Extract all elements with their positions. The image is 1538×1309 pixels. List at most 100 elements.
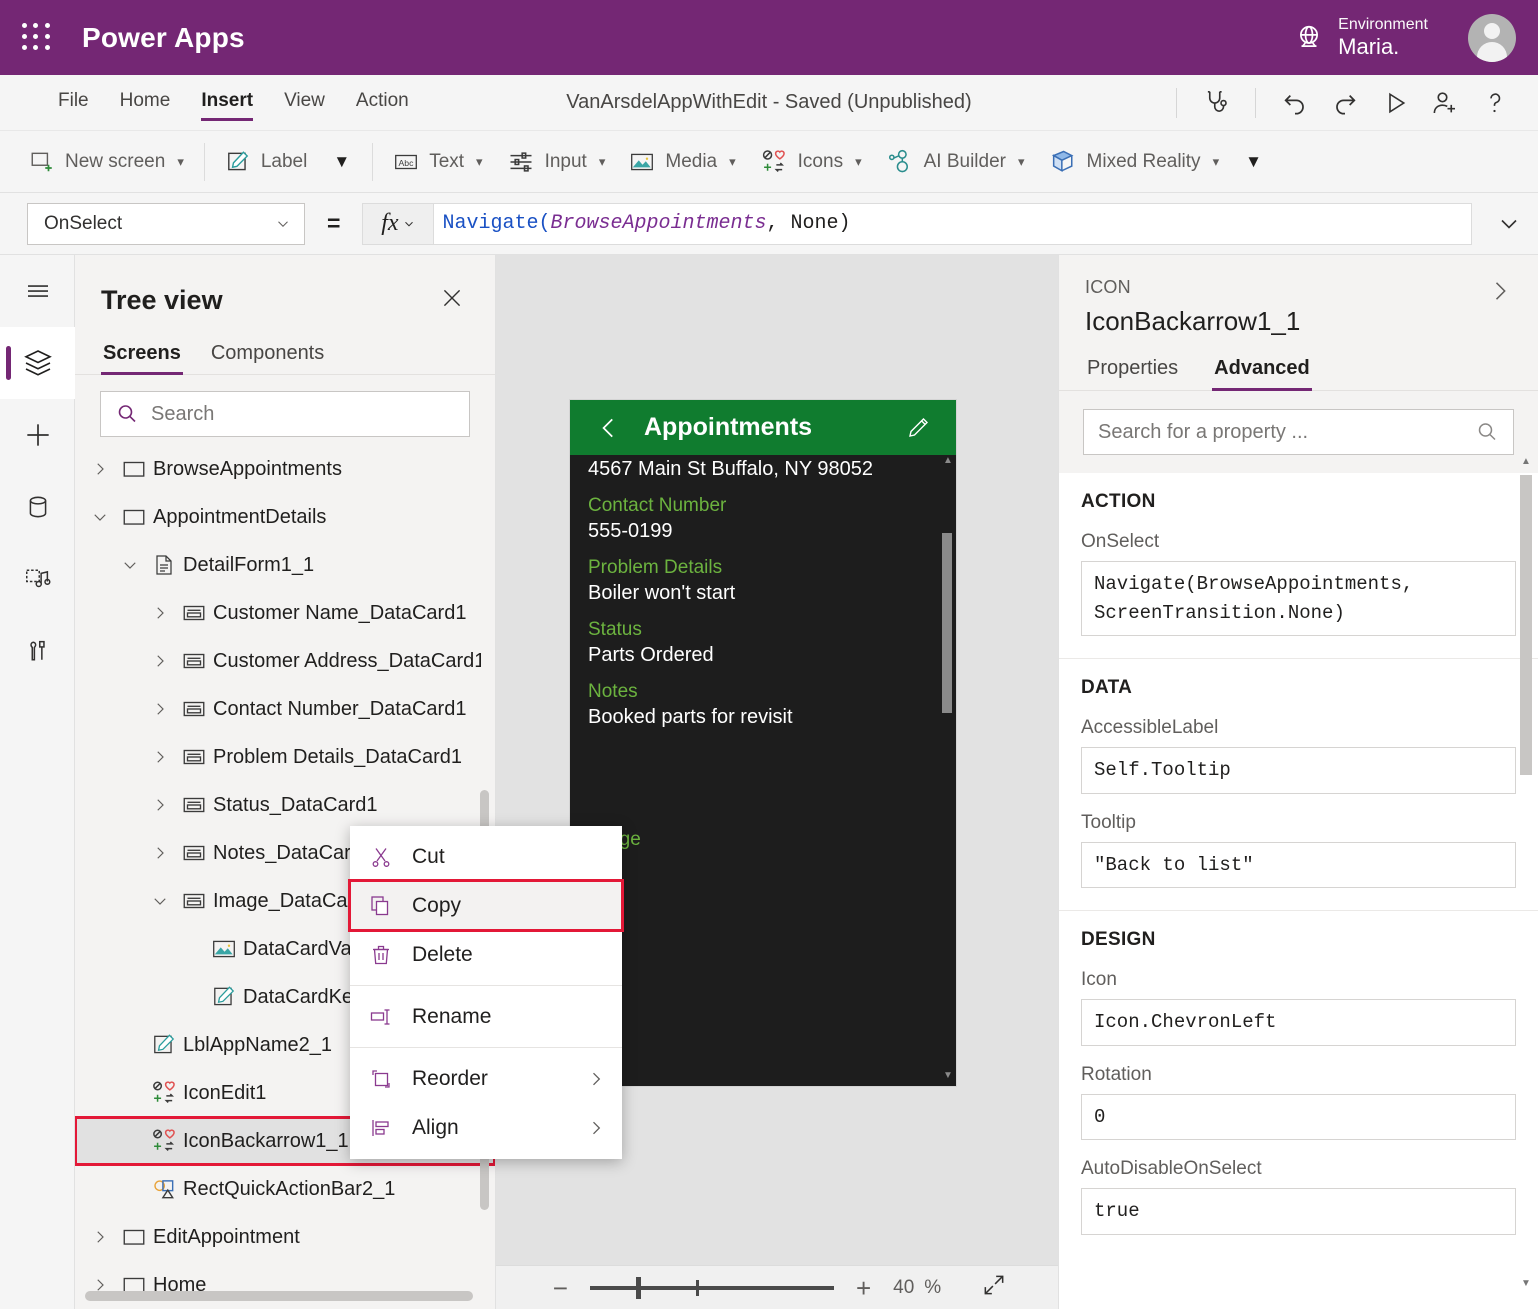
hamburger-icon[interactable] xyxy=(0,255,75,327)
tree-item[interactable]: Customer Name_DataCard1 xyxy=(75,589,495,637)
context-menu-item-delete[interactable]: Delete xyxy=(350,930,622,979)
tree-item[interactable]: Customer Address_DataCard1 xyxy=(75,637,495,685)
context-menu-item-rename[interactable]: Rename xyxy=(350,992,622,1041)
menu-item-home[interactable]: Home xyxy=(106,84,185,121)
tree-item[interactable]: AppointmentDetails xyxy=(75,493,495,541)
phone-preview[interactable]: Appointments 4567 Main St Buffalo, NY 98… xyxy=(570,400,956,1086)
menu-item-view[interactable]: View xyxy=(270,84,339,121)
share-icon[interactable] xyxy=(1420,81,1470,125)
gallery-expand-icon[interactable]: ▼ xyxy=(319,146,364,178)
redo-icon[interactable] xyxy=(1320,81,1370,125)
tree-item[interactable]: BrowseAppointments xyxy=(75,445,495,493)
advanced-tools-icon[interactable] xyxy=(0,615,75,687)
delete-icon xyxy=(368,943,394,967)
property-select[interactable]: OnSelect xyxy=(27,203,305,245)
menu-item-file[interactable]: File xyxy=(44,84,103,121)
ribbon-input-button[interactable]: Input ▾ xyxy=(495,142,618,182)
tree-item[interactable]: Status_DataCard1 xyxy=(75,781,495,829)
app-checker-icon[interactable] xyxy=(1191,81,1241,125)
tree-item[interactable]: Home xyxy=(75,1261,495,1309)
search-box[interactable] xyxy=(100,391,470,437)
properties-scroll-thumb[interactable] xyxy=(1520,475,1532,775)
zoom-slider[interactable] xyxy=(590,1286,834,1290)
left-rail xyxy=(0,255,75,1309)
close-icon[interactable] xyxy=(435,281,469,320)
context-menu-item-copy[interactable]: Copy xyxy=(350,881,622,930)
chevron-right-icon[interactable] xyxy=(145,796,175,814)
tab-components[interactable]: Components xyxy=(209,338,326,374)
insert-icon[interactable] xyxy=(0,399,75,471)
phone-scrollbar[interactable]: ▲ ▼ xyxy=(942,455,952,1081)
undo-icon[interactable] xyxy=(1270,81,1320,125)
property-field-label: AccessibleLabel xyxy=(1081,717,1516,739)
datacard-icon xyxy=(175,744,213,770)
property-search-box[interactable] xyxy=(1083,409,1514,455)
property-field-input[interactable]: 0 xyxy=(1081,1094,1516,1141)
property-field-input[interactable]: Navigate(BrowseAppointments, ScreenTrans… xyxy=(1081,561,1516,636)
property-field-input[interactable]: "Back to list" xyxy=(1081,842,1516,889)
scroll-up-icon[interactable]: ▲ xyxy=(1519,453,1533,469)
search-input[interactable] xyxy=(151,403,455,426)
data-icon[interactable] xyxy=(0,471,75,543)
zoom-slider-thumb[interactable] xyxy=(636,1277,641,1299)
phone-scroll-thumb[interactable] xyxy=(942,533,952,713)
ribbon-overflow-icon[interactable]: ▼ xyxy=(1231,146,1276,178)
ribbon-new-screen-button[interactable]: New screen ▾ xyxy=(17,143,196,181)
tree-item[interactable]: Problem Details_DataCard1 xyxy=(75,733,495,781)
preview-app-icon[interactable] xyxy=(1370,81,1420,125)
context-menu-item-cut[interactable]: Cut xyxy=(350,832,622,881)
new-screen-icon xyxy=(29,149,55,175)
tree-item[interactable]: RectQuickActionBar2_1 xyxy=(75,1165,495,1213)
ribbon-icons-button[interactable]: Icons ▾ xyxy=(748,142,874,182)
zoom-in-icon[interactable]: + xyxy=(850,1275,877,1301)
ribbon-text-button[interactable]: Abc Text ▾ xyxy=(381,143,494,181)
tree-horizontal-scrollbar[interactable] xyxy=(85,1291,473,1301)
menu-item-action[interactable]: Action xyxy=(342,84,423,121)
chevron-down-icon[interactable] xyxy=(145,892,175,910)
chevron-down-icon[interactable] xyxy=(85,508,115,526)
fit-to-screen-icon[interactable] xyxy=(981,1272,1007,1303)
tree-item[interactable]: Contact Number_DataCard1 xyxy=(75,685,495,733)
property-field-input[interactable]: Icon.ChevronLeft xyxy=(1081,999,1516,1046)
tab-properties[interactable]: Properties xyxy=(1085,353,1180,390)
media-library-icon[interactable] xyxy=(0,543,75,615)
property-search-input[interactable] xyxy=(1098,421,1475,444)
fx-button[interactable]: fx xyxy=(362,203,434,245)
chevron-right-icon[interactable] xyxy=(145,700,175,718)
pencil-icon[interactable] xyxy=(906,416,930,440)
tree-item[interactable]: DetailForm1_1 xyxy=(75,541,495,589)
environment-switcher[interactable]: Environment Maria. xyxy=(1294,0,1428,75)
scroll-down-icon[interactable]: ▼ xyxy=(1519,1275,1533,1291)
context-menu[interactable]: CutCopyDelete Rename ReorderAlign xyxy=(350,826,622,1159)
chevron-down-icon[interactable] xyxy=(115,556,145,574)
chevron-right-icon[interactable] xyxy=(85,460,115,478)
zoom-out-icon[interactable]: − xyxy=(547,1275,574,1301)
chevron-right-icon[interactable] xyxy=(145,604,175,622)
context-menu-item-reorder[interactable]: Reorder xyxy=(350,1054,622,1103)
properties-scrollbar[interactable]: ▲ ▼ xyxy=(1519,453,1533,1291)
ribbon-label-button[interactable]: Label xyxy=(213,143,320,181)
tab-advanced[interactable]: Advanced xyxy=(1212,353,1312,390)
tree-item[interactable]: EditAppointment xyxy=(75,1213,495,1261)
chevron-right-icon[interactable] xyxy=(145,652,175,670)
chevron-right-icon[interactable] xyxy=(145,748,175,766)
formula-input[interactable]: Navigate(BrowseAppointments, None) xyxy=(434,203,1472,245)
chevron-right-icon[interactable] xyxy=(85,1228,115,1246)
ribbon-media-button[interactable]: Media ▾ xyxy=(617,143,747,181)
avatar[interactable] xyxy=(1468,14,1516,62)
ribbon-ai-builder-button[interactable]: AI Builder ▾ xyxy=(874,142,1037,182)
menu-item-insert[interactable]: Insert xyxy=(187,84,267,121)
waffle-icon[interactable] xyxy=(22,23,52,53)
property-field-input[interactable]: Self.Tooltip xyxy=(1081,747,1516,794)
tab-screens[interactable]: Screens xyxy=(101,338,183,374)
ribbon-mixed-reality-button[interactable]: Mixed Reality ▾ xyxy=(1037,142,1232,182)
context-menu-item-align[interactable]: Align xyxy=(350,1103,622,1152)
reorder-icon xyxy=(368,1067,394,1091)
chevron-left-icon[interactable] xyxy=(596,415,622,441)
tree-view-icon[interactable] xyxy=(0,327,75,399)
property-field-input[interactable]: true xyxy=(1081,1188,1516,1235)
chevron-right-icon[interactable] xyxy=(1486,277,1514,310)
chevron-right-icon[interactable] xyxy=(145,844,175,862)
help-icon[interactable] xyxy=(1470,81,1520,125)
formula-expand-icon[interactable] xyxy=(1480,210,1538,238)
